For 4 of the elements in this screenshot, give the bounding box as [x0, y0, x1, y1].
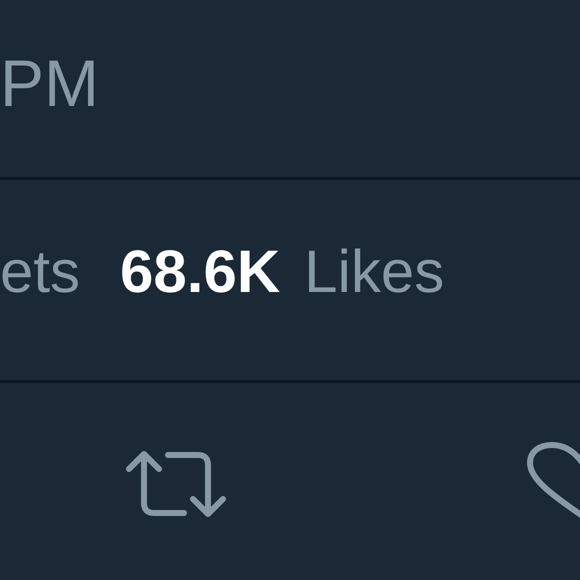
stat-label[interactable]: Likes	[304, 242, 444, 302]
stat-label[interactable]: ets	[0, 242, 80, 302]
tweet-time: PM	[0, 50, 99, 116]
stat-count: 68.6K	[120, 242, 280, 302]
